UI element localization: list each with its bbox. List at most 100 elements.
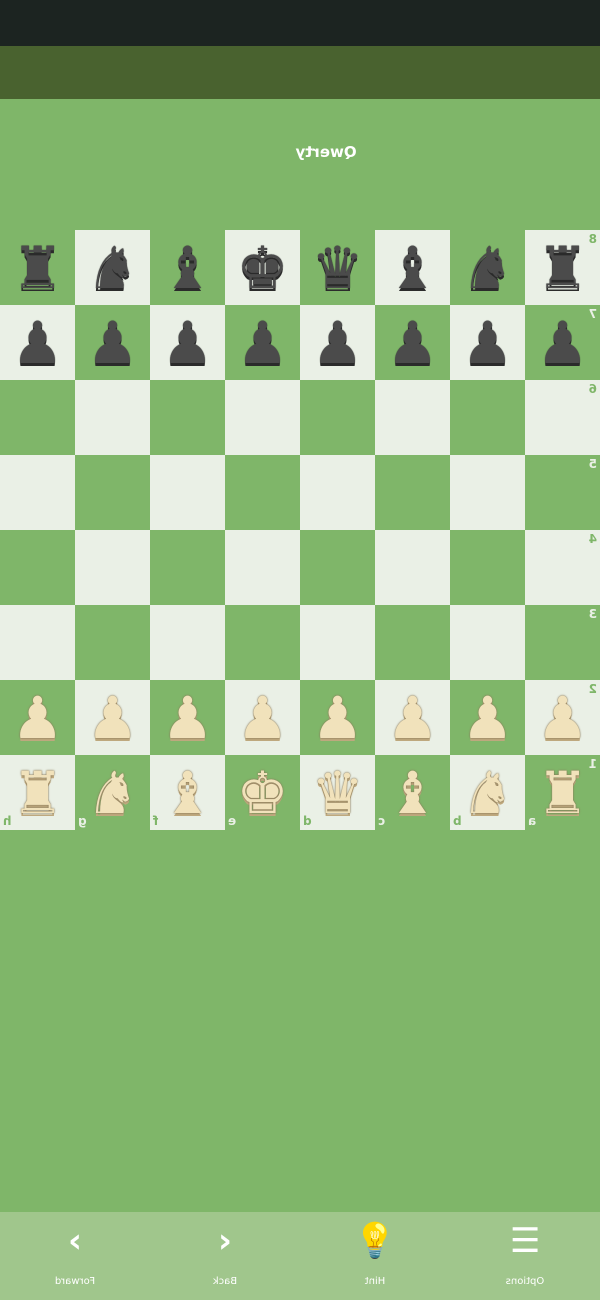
square-d3[interactable] bbox=[300, 605, 375, 680]
chess-board[interactable]: 8 ♜ ♞ ♝ ♛ ♚ ♝ ♞ ♜ 7 ♟ ♟ ♟ ♟ ♟ ♟ ♟ ♟ 6 5 4 3 2 ♟ ♟ ♟ ♟ ♟ ♟ ♟ ♟ 1 a ♜ b ♞ c ♝ d ♛… bbox=[0, 230, 600, 830]
black-pawn-icon[interactable]: ♟ bbox=[450, 305, 525, 380]
square-f7[interactable]: ♟ bbox=[150, 305, 225, 380]
square-b5[interactable] bbox=[450, 455, 525, 530]
white-knight-icon[interactable]: ♞ bbox=[75, 755, 150, 830]
square-d1[interactable]: d ♛ bbox=[300, 755, 375, 830]
square-c6[interactable] bbox=[375, 380, 450, 455]
square-d2[interactable]: ♟ bbox=[300, 680, 375, 755]
square-e7[interactable]: ♟ bbox=[225, 305, 300, 380]
square-g1[interactable]: g ♞ bbox=[75, 755, 150, 830]
white-bishop-icon[interactable]: ♝ bbox=[150, 755, 225, 830]
square-d6[interactable] bbox=[300, 380, 375, 455]
forward-button[interactable]: › Forward bbox=[0, 1212, 150, 1300]
square-a2[interactable]: 2 ♟ bbox=[525, 680, 600, 755]
square-g5[interactable] bbox=[75, 455, 150, 530]
square-f5[interactable] bbox=[150, 455, 225, 530]
square-b4[interactable] bbox=[450, 530, 525, 605]
square-g4[interactable] bbox=[75, 530, 150, 605]
square-f6[interactable] bbox=[150, 380, 225, 455]
square-a3[interactable]: 3 bbox=[525, 605, 600, 680]
square-h4[interactable] bbox=[0, 530, 75, 605]
square-f2[interactable]: ♟ bbox=[150, 680, 225, 755]
black-pawn-icon[interactable]: ♟ bbox=[150, 305, 225, 380]
square-d4[interactable] bbox=[300, 530, 375, 605]
black-pawn-icon[interactable]: ♟ bbox=[300, 305, 375, 380]
square-c4[interactable] bbox=[375, 530, 450, 605]
black-bishop-icon[interactable]: ♝ bbox=[150, 230, 225, 305]
white-pawn-icon[interactable]: ♟ bbox=[0, 680, 75, 755]
white-queen-icon[interactable]: ♛ bbox=[300, 755, 375, 830]
square-h2[interactable]: ♟ bbox=[0, 680, 75, 755]
square-c2[interactable]: ♟ bbox=[375, 680, 450, 755]
square-b1[interactable]: b ♞ bbox=[450, 755, 525, 830]
black-pawn-icon[interactable]: ♟ bbox=[75, 305, 150, 380]
square-h6[interactable] bbox=[0, 380, 75, 455]
black-bishop-icon[interactable]: ♝ bbox=[375, 230, 450, 305]
white-rook-icon[interactable]: ♜ bbox=[525, 755, 600, 830]
white-knight-icon[interactable]: ♞ bbox=[450, 755, 525, 830]
square-b8[interactable]: ♞ bbox=[450, 230, 525, 305]
white-pawn-icon[interactable]: ♟ bbox=[450, 680, 525, 755]
square-h1[interactable]: h ♜ bbox=[0, 755, 75, 830]
square-a7[interactable]: 7 ♟ bbox=[525, 305, 600, 380]
square-f8[interactable]: ♝ bbox=[150, 230, 225, 305]
square-a8[interactable]: 8 ♜ bbox=[525, 230, 600, 305]
square-a6[interactable]: 6 bbox=[525, 380, 600, 455]
square-e8[interactable]: ♚ bbox=[225, 230, 300, 305]
square-g7[interactable]: ♟ bbox=[75, 305, 150, 380]
square-e2[interactable]: ♟ bbox=[225, 680, 300, 755]
square-c7[interactable]: ♟ bbox=[375, 305, 450, 380]
square-a5[interactable]: 5 bbox=[525, 455, 600, 530]
square-d8[interactable]: ♛ bbox=[300, 230, 375, 305]
black-king-icon[interactable]: ♚ bbox=[225, 230, 300, 305]
square-g6[interactable] bbox=[75, 380, 150, 455]
square-e1[interactable]: e ♚ bbox=[225, 755, 300, 830]
square-e3[interactable] bbox=[225, 605, 300, 680]
black-knight-icon[interactable]: ♞ bbox=[75, 230, 150, 305]
square-a1[interactable]: 1 a ♜ bbox=[525, 755, 600, 830]
black-pawn-icon[interactable]: ♟ bbox=[375, 305, 450, 380]
square-g8[interactable]: ♞ bbox=[75, 230, 150, 305]
square-h5[interactable] bbox=[0, 455, 75, 530]
white-bishop-icon[interactable]: ♝ bbox=[375, 755, 450, 830]
square-d5[interactable] bbox=[300, 455, 375, 530]
white-pawn-icon[interactable]: ♟ bbox=[150, 680, 225, 755]
square-c3[interactable] bbox=[375, 605, 450, 680]
square-h3[interactable] bbox=[0, 605, 75, 680]
square-b7[interactable]: ♟ bbox=[450, 305, 525, 380]
black-pawn-icon[interactable]: ♟ bbox=[225, 305, 300, 380]
hint-button[interactable]: 💡 Hint bbox=[300, 1212, 450, 1300]
square-a4[interactable]: 4 bbox=[525, 530, 600, 605]
square-b6[interactable] bbox=[450, 380, 525, 455]
square-h7[interactable]: ♟ bbox=[0, 305, 75, 380]
square-f1[interactable]: f ♝ bbox=[150, 755, 225, 830]
black-rook-icon[interactable]: ♜ bbox=[0, 230, 75, 305]
white-pawn-icon[interactable]: ♟ bbox=[375, 680, 450, 755]
square-b2[interactable]: ♟ bbox=[450, 680, 525, 755]
square-f4[interactable] bbox=[150, 530, 225, 605]
back-button[interactable]: ‹ Back bbox=[150, 1212, 300, 1300]
black-pawn-icon[interactable]: ♟ bbox=[525, 305, 600, 380]
white-pawn-icon[interactable]: ♟ bbox=[525, 680, 600, 755]
white-pawn-icon[interactable]: ♟ bbox=[75, 680, 150, 755]
black-queen-icon[interactable]: ♛ bbox=[300, 230, 375, 305]
black-rook-icon[interactable]: ♜ bbox=[525, 230, 600, 305]
square-c8[interactable]: ♝ bbox=[375, 230, 450, 305]
white-rook-icon[interactable]: ♜ bbox=[0, 755, 75, 830]
square-c5[interactable] bbox=[375, 455, 450, 530]
square-e5[interactable] bbox=[225, 455, 300, 530]
white-pawn-icon[interactable]: ♟ bbox=[225, 680, 300, 755]
square-f3[interactable] bbox=[150, 605, 225, 680]
options-button[interactable]: ☰ Options bbox=[450, 1212, 600, 1300]
square-e4[interactable] bbox=[225, 530, 300, 605]
square-g2[interactable]: ♟ bbox=[75, 680, 150, 755]
square-g3[interactable] bbox=[75, 605, 150, 680]
square-e6[interactable] bbox=[225, 380, 300, 455]
square-c1[interactable]: c ♝ bbox=[375, 755, 450, 830]
square-h8[interactable]: ♜ bbox=[0, 230, 75, 305]
black-pawn-icon[interactable]: ♟ bbox=[0, 305, 75, 380]
black-knight-icon[interactable]: ♞ bbox=[450, 230, 525, 305]
square-d7[interactable]: ♟ bbox=[300, 305, 375, 380]
square-b3[interactable] bbox=[450, 605, 525, 680]
white-king-icon[interactable]: ♚ bbox=[225, 755, 300, 830]
